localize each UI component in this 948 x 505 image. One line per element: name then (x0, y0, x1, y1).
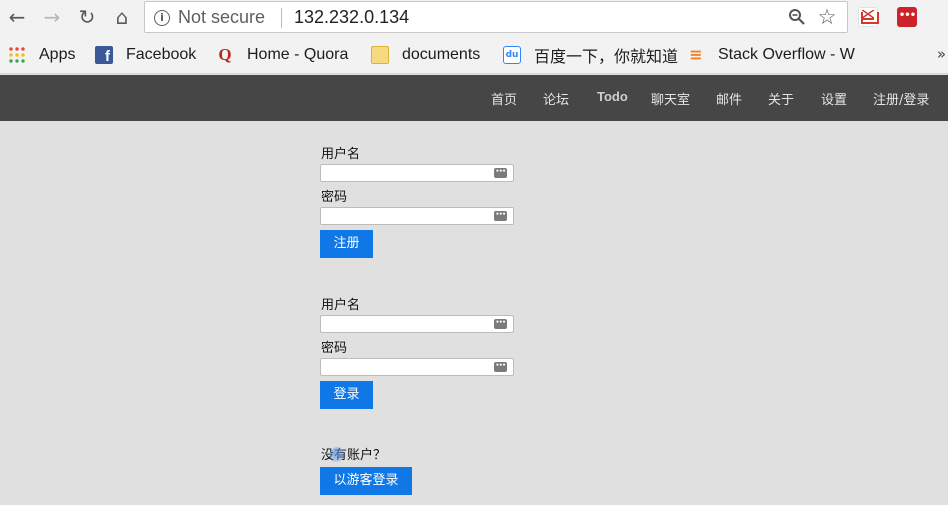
password-key-icon[interactable]: ••• (494, 362, 507, 372)
baidu-icon: du (503, 46, 521, 64)
bookmark-documents[interactable]: documents (371, 44, 480, 66)
register-username-input[interactable] (323, 165, 493, 181)
star-icon[interactable]: ☆ (816, 6, 838, 28)
url-text[interactable]: 132.232.0.134 (294, 7, 409, 28)
guest-login-button[interactable]: 以游客登录 (320, 467, 412, 495)
omnibox-divider (281, 8, 282, 28)
login-username-label: 用户名 (321, 298, 361, 313)
security-label[interactable]: Not secure (178, 7, 265, 28)
login-password-field[interactable]: ••• (320, 358, 514, 376)
nav-mail[interactable]: 邮件 (716, 89, 742, 108)
site-navbar: 首页 论坛 Todo 聊天室 邮件 关于 设置 注册/登录 (0, 75, 948, 121)
bookmark-stackoverflow[interactable]: ≡ Stack Overflow - W (687, 44, 859, 66)
nav-home[interactable]: 首页 (491, 89, 517, 108)
bookmark-label: Home - Quora (247, 46, 349, 63)
nav-settings[interactable]: 设置 (821, 89, 847, 108)
bookmark-facebook[interactable]: f Facebook (95, 44, 196, 66)
nav-register-login[interactable]: 注册/登录 (873, 89, 929, 108)
bookmark-label: Stack Overflow - W (718, 46, 855, 63)
nav-todo[interactable]: Todo (597, 89, 628, 104)
register-button[interactable]: 注册 (320, 230, 373, 258)
password-key-icon[interactable]: ••• (494, 319, 507, 329)
register-password-field[interactable]: ••• (320, 207, 514, 225)
bookmark-baidu[interactable]: du 百度一下，你就知道 (503, 44, 678, 66)
bookmarks-overflow-icon[interactable]: » (937, 45, 946, 63)
bookmark-quora[interactable]: Q Home - Quora (216, 44, 348, 66)
zoom-icon[interactable] (787, 8, 807, 28)
register-username-label: 用户名 (321, 147, 361, 162)
bookmark-apps[interactable]: Apps (8, 44, 75, 66)
apps-grid-icon (8, 46, 26, 64)
nav-chatroom[interactable]: 聊天室 (651, 89, 690, 108)
bookmark-label: Apps (39, 46, 76, 63)
password-key-icon[interactable]: ••• (494, 168, 507, 178)
login-username-input[interactable] (323, 316, 493, 332)
forward-arrow-icon[interactable]: → (40, 5, 64, 29)
login-password-input[interactable] (323, 359, 493, 375)
quora-icon: Q (218, 45, 232, 64)
lastpass-icon[interactable]: ••• (897, 7, 917, 27)
register-username-field[interactable]: ••• (320, 164, 514, 182)
login-username-field[interactable]: ••• (320, 315, 514, 333)
address-bar[interactable]: i Not secure 132.232.0.134 ☆ (144, 1, 848, 33)
register-password-label: 密码 (321, 190, 348, 205)
browser-toolbar: ← → ↻ ⌂ i Not secure 132.232.0.134 ☆ ••• (0, 0, 948, 34)
facebook-icon: f (95, 46, 113, 64)
mouse-cursor-highlight (330, 447, 344, 463)
bookmark-label: documents (402, 46, 481, 63)
folder-icon (371, 46, 389, 64)
password-key-icon[interactable]: ••• (494, 211, 507, 221)
login-password-label: 密码 (321, 341, 348, 356)
reload-icon[interactable]: ↻ (75, 5, 99, 29)
bookmarks-bar: Apps f Facebook Q Home - Quora documents… (0, 34, 948, 74)
home-icon[interactable]: ⌂ (110, 5, 134, 29)
nav-about[interactable]: 关于 (768, 89, 794, 108)
bookmark-label: 百度一下，你就知道 (534, 49, 679, 66)
register-password-input[interactable] (323, 208, 493, 224)
nav-forum[interactable]: 论坛 (543, 89, 569, 108)
login-button[interactable]: 登录 (320, 381, 373, 409)
back-arrow-icon[interactable]: ← (5, 5, 29, 29)
bookmark-label: Facebook (126, 46, 197, 63)
stackoverflow-icon: ≡ (689, 45, 703, 64)
gmail-icon[interactable] (858, 7, 879, 27)
info-icon[interactable]: i (154, 10, 170, 26)
